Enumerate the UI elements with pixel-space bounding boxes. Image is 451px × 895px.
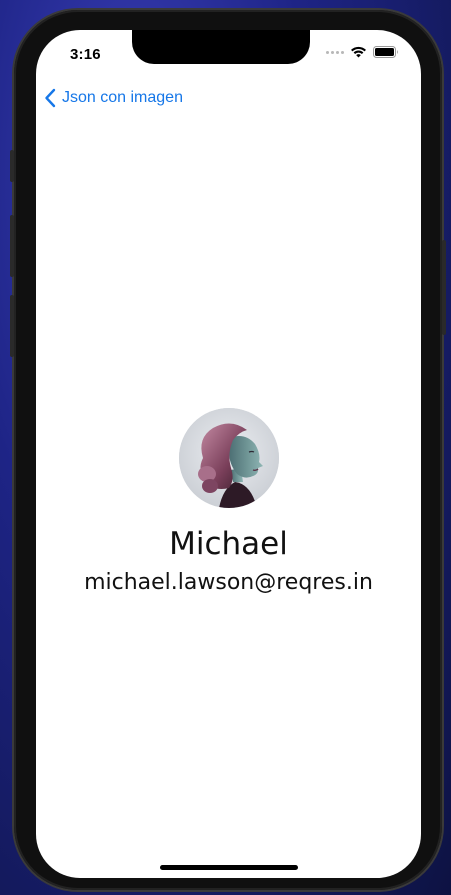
profile-email: michael.lawson@reqres.in (84, 570, 373, 595)
chevron-left-icon (45, 88, 56, 108)
avatar (179, 408, 279, 508)
profile-name: Michael (169, 526, 288, 562)
back-button-label: Json con imagen (62, 89, 183, 106)
volume-down-button (10, 295, 14, 357)
battery-icon (373, 46, 398, 58)
wifi-icon (351, 46, 366, 58)
home-indicator[interactable] (160, 865, 298, 870)
power-button (442, 240, 446, 335)
status-time: 3:16 (70, 46, 101, 63)
portrait-image (179, 408, 279, 508)
back-button[interactable]: Json con imagen (44, 88, 183, 108)
volume-up-button (10, 215, 14, 277)
silent-switch (10, 150, 14, 182)
phone-frame: 3:16 Json con imagen Michael michael.law… (10, 10, 446, 890)
cellular-icon (326, 50, 344, 54)
screen: 3:16 Json con imagen Michael michael.law… (36, 30, 421, 878)
notch (132, 30, 310, 64)
status-indicators (326, 46, 399, 58)
